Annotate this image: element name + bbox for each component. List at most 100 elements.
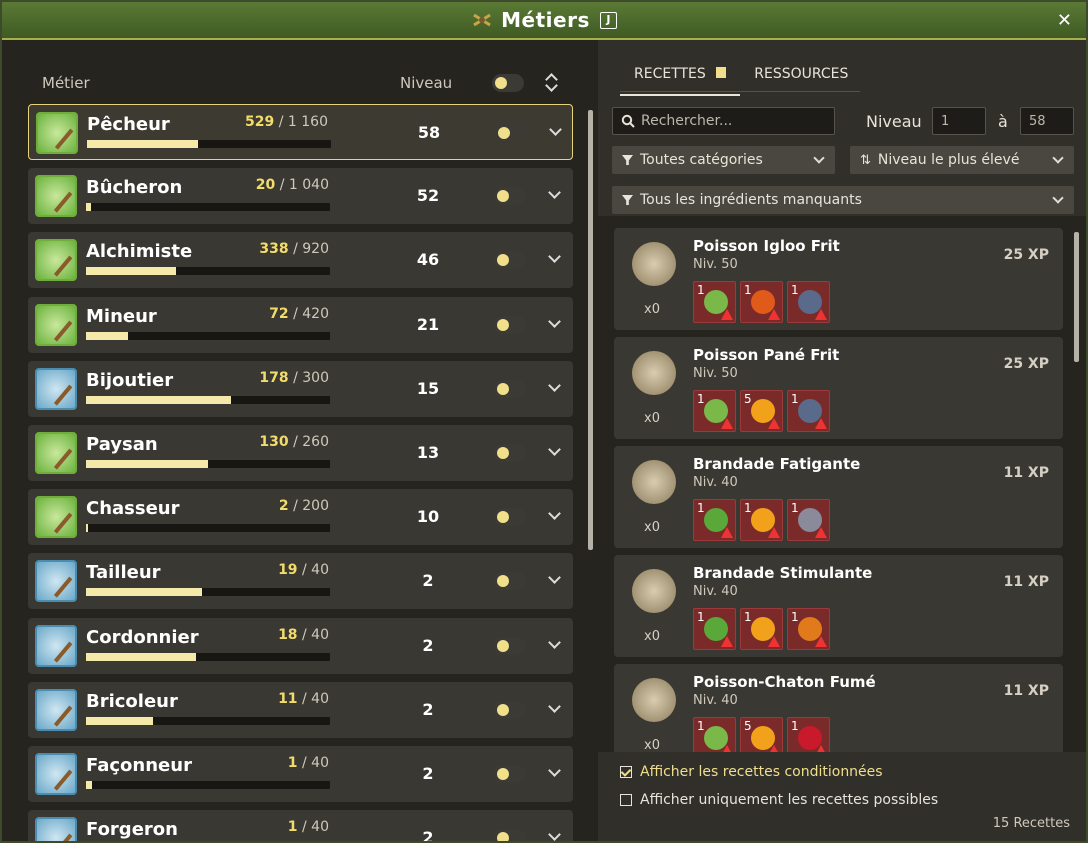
search-input[interactable]: Rechercher... [612, 107, 835, 135]
conditional-recipes-checkbox[interactable]: Afficher les recettes conditionnées [620, 764, 883, 780]
category-dropdown[interactable]: Toutes catégories [612, 146, 835, 174]
chevron-down-icon[interactable] [548, 443, 561, 456]
close-icon[interactable]: ✕ [1057, 10, 1072, 31]
ingredients-dropdown[interactable]: Tous les ingrédients manquants [612, 186, 1074, 214]
ingredient-slot[interactable]: 1 [787, 499, 830, 541]
job-row[interactable]: Bijoutier 178 / 300 15 [28, 360, 573, 417]
ingredient-slot[interactable]: 1 [787, 608, 830, 650]
job-row[interactable]: Cordonnier 18 / 40 2 [28, 617, 573, 674]
sort-dropdown[interactable]: ⇅ Niveau le plus élevé [850, 146, 1074, 174]
ingredient-icon [751, 508, 775, 532]
checkbox-unchecked[interactable] [620, 794, 632, 806]
level-min-input[interactable]: 1 [932, 107, 986, 135]
job-row[interactable]: Tailleur 19 / 40 2 [28, 553, 573, 610]
ingredient-slot[interactable]: 1 [740, 499, 783, 541]
chevron-down-icon[interactable] [548, 635, 561, 649]
toggle-all[interactable] [492, 74, 524, 92]
job-toggle[interactable] [494, 187, 526, 206]
ingredient-slot[interactable]: 5 [740, 390, 783, 432]
job-toggle[interactable] [494, 379, 526, 398]
chevron-down-icon[interactable] [548, 699, 561, 713]
sort-icon[interactable] [544, 72, 558, 92]
recipes-panel: RECETTES RESSOURCES Rechercher... Niveau… [598, 40, 1086, 841]
job-toggle[interactable] [494, 829, 526, 841]
job-xp-fill [86, 652, 196, 661]
ingredient-icon [798, 508, 822, 532]
job-toggle[interactable] [494, 636, 526, 655]
ingredient-slot[interactable]: 1 [787, 390, 830, 432]
job-name: Paysan [86, 434, 158, 455]
recipe-scrollbar[interactable] [1074, 232, 1079, 362]
job-name: Forgeron [86, 819, 178, 841]
ingredient-slot[interactable]: 1 [740, 281, 783, 323]
job-xp-bar [86, 267, 330, 276]
ingredient-slot[interactable]: 1 [693, 717, 736, 752]
job-toggle[interactable] [494, 508, 526, 527]
job-xp-max: 40 [311, 755, 329, 771]
recipe-card[interactable]: x0 Poisson Igloo Frit Niv. 50 25 XP 1 1 1 [614, 228, 1063, 330]
recipe-card[interactable]: x0 Brandade Fatigante Niv. 40 11 XP 1 1 1 [614, 446, 1063, 548]
job-row[interactable]: Paysan 130 / 260 13 [28, 425, 573, 481]
tab-recipes-label: RECETTES [634, 66, 706, 82]
checkbox-checked[interactable] [620, 766, 632, 778]
chevron-down-icon[interactable] [548, 764, 561, 777]
ingredient-slot[interactable]: 1 [787, 717, 830, 752]
recipe-card[interactable]: x0 Poisson Pané Frit Niv. 50 25 XP 1 5 1 [614, 337, 1063, 439]
ingredient-icon [704, 508, 728, 532]
job-row[interactable]: Bricoleur 11 / 40 2 [28, 681, 573, 738]
recipe-dish-icon [632, 242, 676, 286]
job-xp-current: 130 [259, 434, 289, 450]
recipe-count: 15 Recettes [992, 816, 1070, 831]
job-toggle[interactable] [495, 124, 527, 142]
chevron-down-icon[interactable] [548, 507, 561, 521]
job-name: Façonneur [86, 755, 192, 776]
job-toggle[interactable] [494, 700, 526, 719]
job-toggle[interactable] [494, 765, 526, 783]
ingredient-slot[interactable]: 1 [740, 608, 783, 650]
chevron-down-icon[interactable] [548, 571, 561, 585]
ingredient-slot[interactable]: 1 [693, 608, 736, 650]
job-level: 15 [416, 378, 440, 398]
job-toggle[interactable] [494, 315, 526, 334]
job-toggle[interactable] [494, 572, 526, 591]
recipe-card[interactable]: x0 Brandade Stimulante Niv. 40 11 XP 1 1 1 [614, 555, 1063, 657]
job-xp-current: 20 [255, 177, 276, 194]
job-row[interactable]: Façonneur 1 / 40 2 [28, 746, 573, 802]
job-row[interactable]: Mineur 72 / 420 21 [28, 296, 573, 353]
job-row[interactable]: Pêcheur 529 / 1 160 58 [28, 104, 573, 160]
recipe-card[interactable]: x0 Poisson-Chaton Fumé Niv. 40 11 XP 1 5 1 [614, 664, 1063, 752]
ingredient-count: 1 [744, 501, 752, 515]
possible-recipes-checkbox[interactable]: Afficher uniquement les recettes possibl… [620, 792, 938, 808]
job-row[interactable]: Forgeron 1 / 40 2 [28, 810, 573, 841]
chevron-down-icon[interactable] [549, 123, 562, 136]
chevron-down-icon[interactable] [548, 828, 561, 841]
ingredient-slot[interactable]: 5 [740, 717, 783, 752]
window-title: Métiers [501, 8, 590, 32]
job-toggle[interactable] [494, 251, 526, 270]
recipe-dish-icon [632, 351, 676, 395]
job-xp-current: 178 [259, 369, 289, 386]
ingredient-slot[interactable]: 1 [787, 281, 830, 323]
ingredient-icon [751, 290, 775, 314]
recipe-name: Poisson Pané Frit [693, 346, 840, 364]
level-max-input[interactable]: 58 [1020, 107, 1074, 135]
job-row[interactable]: Bûcheron 20 / 1 040 52 [28, 168, 573, 225]
header-job: Métier [42, 74, 90, 92]
recipe-level: Niv. 40 [693, 584, 738, 599]
ingredient-slot[interactable]: 1 [693, 390, 736, 432]
ingredient-slot[interactable]: 1 [693, 281, 736, 323]
chevron-down-icon[interactable] [548, 378, 561, 392]
chevron-down-icon[interactable] [548, 250, 561, 264]
scrollbar[interactable] [588, 110, 593, 550]
job-toggle[interactable] [494, 444, 526, 462]
job-xp-max: 920 [302, 241, 329, 258]
chevron-down-icon[interactable] [548, 186, 561, 200]
search-placeholder: Rechercher... [641, 113, 733, 129]
job-name: Cordonnier [86, 626, 199, 648]
job-row[interactable]: Chasseur 2 / 200 10 [28, 489, 573, 546]
ingredient-slot[interactable]: 1 [693, 499, 736, 541]
chevron-down-icon[interactable] [548, 314, 561, 328]
possible-recipes-label: Afficher uniquement les recettes possibl… [640, 792, 939, 808]
job-row[interactable]: Alchimiste 338 / 920 46 [28, 232, 573, 289]
ingredient-icon [798, 617, 822, 641]
